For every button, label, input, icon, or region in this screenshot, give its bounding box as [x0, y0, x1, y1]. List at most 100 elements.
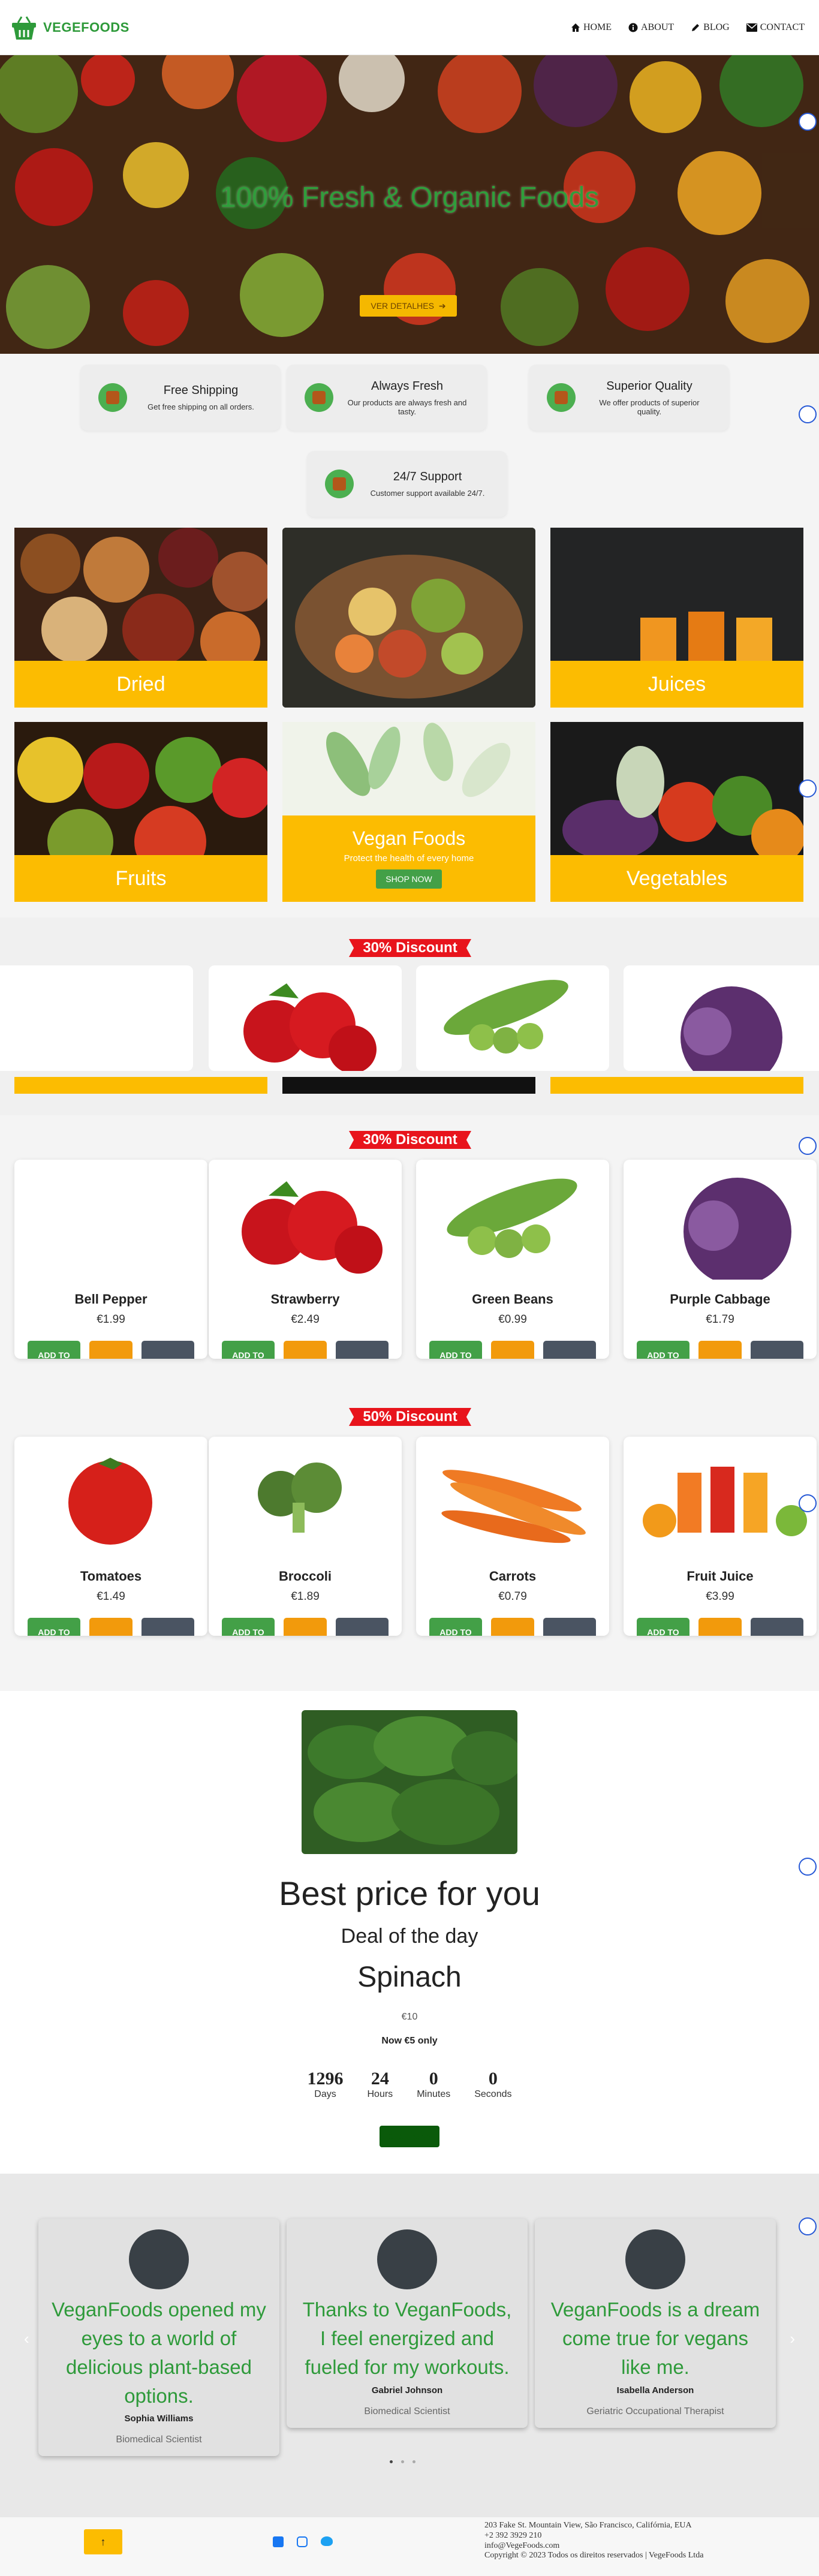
info-icon	[628, 23, 638, 32]
add-to-cart-button[interactable]: ADD TO CART	[429, 1618, 482, 1636]
view-more-button[interactable]: VIEW MORE	[141, 1618, 194, 1636]
category-bowl[interactable]	[282, 528, 535, 708]
avatar	[377, 2229, 437, 2289]
feature-title: Free Shipping	[163, 384, 239, 397]
product-name: Purple Cabbage	[670, 1292, 770, 1307]
view-more-button[interactable]: VIEW MORE	[336, 1341, 389, 1359]
wishlist-button[interactable]: WISHLIST	[89, 1341, 133, 1359]
wishlist-button[interactable]: WISHLIST	[89, 1618, 133, 1636]
view-more-button[interactable]: VIEW MORE	[751, 1341, 803, 1359]
product-name: Green Beans	[472, 1292, 553, 1307]
wishlist-button[interactable]: WISHLIST	[284, 1618, 327, 1636]
feature-title: 24/7 Support	[393, 470, 462, 483]
footer-email[interactable]: info@VegeFoods.com	[484, 2541, 703, 2551]
product-card[interactable]: Strawberry €2.49 ADD TO CART WISHLIST VI…	[209, 1160, 402, 1359]
carousel-strip	[14, 1077, 267, 1094]
site-header: VEGEFOODS HOME ABOUT BLOG CONTACT	[0, 0, 819, 55]
shop-now-button[interactable]: SHOP NOW	[376, 869, 442, 889]
category-label: Juices	[550, 661, 803, 708]
avatar	[129, 2229, 189, 2289]
basket-icon	[12, 16, 36, 40]
add-to-cart-button[interactable]: ADD TO CART	[222, 1341, 275, 1359]
carousel-dots	[390, 2460, 415, 2463]
nav-blog[interactable]: BLOG	[691, 22, 730, 33]
wishlist-button[interactable]: WISHLIST	[491, 1618, 534, 1636]
carousel-card-cabbage[interactable]	[624, 965, 819, 1071]
category-vegan-foods[interactable]: Vegan Foods Protect the health of every …	[282, 722, 535, 902]
hero-details-button[interactable]: VER DETALHES ➔	[360, 295, 457, 317]
feature-title: Always Fresh	[371, 379, 444, 393]
carousel-next-icon[interactable]: ›	[790, 2330, 795, 2348]
view-more-button[interactable]: VIEW MORE	[543, 1341, 596, 1359]
product-card[interactable]: Purple Cabbage €1.79 ADD TO CART WISHLIS…	[624, 1160, 817, 1359]
pencil-icon	[692, 23, 700, 31]
view-more-button[interactable]: VIEW MORE	[751, 1618, 803, 1636]
testimonial-quote: VeganFoods opened my eyes to a world of …	[52, 2298, 266, 2407]
back-to-top-button[interactable]: ↑	[84, 2529, 122, 2554]
product-card[interactable]: Tomatoes €1.49 ADD TO CART WISHLIST VIEW…	[14, 1437, 207, 1636]
chat-widget-icon[interactable]	[799, 113, 817, 131]
feature-superior-quality: Superior Quality We offer products of sup…	[529, 365, 729, 431]
twitter-icon[interactable]	[321, 2536, 333, 2546]
add-to-cart-button[interactable]: ADD TO CART	[222, 1618, 275, 1636]
product-card[interactable]: Carrots €0.79 ADD TO CART WISHLIST VIEW …	[416, 1437, 609, 1636]
product-image	[416, 1160, 609, 1280]
nav-home[interactable]: HOME	[571, 22, 612, 33]
wishlist-button[interactable]: WISHLIST	[284, 1341, 327, 1359]
instagram-icon[interactable]	[297, 2536, 308, 2547]
testimonial-role: Biomedical Scientist	[116, 2434, 202, 2445]
view-more-button[interactable]: VIEW MORE	[336, 1618, 389, 1636]
add-to-cart-button[interactable]: ADD TO CART	[28, 1618, 80, 1636]
green-beans-image	[444, 980, 568, 1054]
product-image	[624, 1437, 817, 1557]
nav-about[interactable]: ABOUT	[628, 22, 674, 33]
shipping-icon	[98, 383, 127, 412]
product-card[interactable]: Bell Pepper €1.99 ADD TO CART WISHLIST V…	[14, 1160, 207, 1359]
footer-copyright: Copyright © 2023 Todos os direitos reser…	[484, 2551, 704, 2560]
product-card[interactable]: Fruit Juice €3.99 ADD TO CART WISHLIST V…	[624, 1437, 817, 1636]
nav-contact[interactable]: CONTACT	[746, 22, 805, 33]
category-fruits[interactable]: Fruits	[14, 722, 267, 902]
product-image	[416, 1437, 609, 1557]
product-price: €0.79	[498, 1590, 527, 1603]
vegan-title: Vegan Foods	[352, 827, 466, 849]
category-juices[interactable]: Juices	[550, 528, 803, 708]
chat-widget-icon[interactable]	[799, 405, 817, 423]
deal-now-price: Now €5 only	[381, 2036, 438, 2046]
category-vegetables[interactable]: Vegetables	[550, 722, 803, 902]
chat-widget-icon[interactable]	[799, 2217, 817, 2235]
logo[interactable]: VEGEFOODS	[10, 14, 130, 41]
facebook-icon[interactable]	[273, 2536, 284, 2547]
add-to-cart-button[interactable]: ADD TO CART	[429, 1341, 482, 1359]
carousel-card-strawberry[interactable]	[209, 965, 402, 1071]
chat-widget-icon[interactable]	[799, 1137, 817, 1155]
add-to-cart-button[interactable]: ADD TO CART	[28, 1341, 80, 1359]
wishlist-button[interactable]: WISHLIST	[698, 1618, 742, 1636]
testimonial-card: VeganFoods is a dream come true for vega…	[535, 2219, 776, 2428]
carousel-dot[interactable]	[401, 2460, 404, 2463]
testimonial-role: Biomedical Scientist	[364, 2406, 450, 2416]
wishlist-button[interactable]: WISHLIST	[698, 1341, 742, 1359]
view-more-button[interactable]: VIEW MORE	[543, 1618, 596, 1636]
chat-widget-icon[interactable]	[799, 1858, 817, 1876]
add-to-cart-button[interactable]: ADD TO CART	[637, 1341, 689, 1359]
carousel-dot-active[interactable]	[390, 2460, 393, 2463]
carousel-prev-icon[interactable]: ‹	[24, 2330, 29, 2348]
carousel-dot[interactable]	[412, 2460, 415, 2463]
chat-widget-icon[interactable]	[799, 1494, 817, 1512]
deal-shop-button[interactable]: SHOP NOW	[380, 2126, 439, 2147]
testimonial-role: Geriatric Occupational Therapist	[586, 2406, 724, 2416]
category-label: Dried	[14, 661, 267, 708]
view-more-button[interactable]: VIEW MORE	[141, 1341, 194, 1359]
add-to-cart-button[interactable]: ADD TO CART	[637, 1618, 689, 1636]
category-dried[interactable]: Dried	[14, 528, 267, 708]
product-card[interactable]: Green Beans €0.99 ADD TO CART WISHLIST V…	[416, 1160, 609, 1359]
chat-widget-icon[interactable]	[799, 780, 817, 798]
wishlist-button[interactable]: WISHLIST	[491, 1341, 534, 1359]
main-nav: HOME ABOUT BLOG CONTACT	[571, 22, 805, 33]
product-image	[209, 1160, 402, 1280]
avatar	[625, 2229, 685, 2289]
hero-title: 100% Fresh & Organic Foods	[219, 182, 600, 213]
carousel-card-green-beans[interactable]	[416, 965, 609, 1071]
product-card[interactable]: Broccoli €1.89 ADD TO CART WISHLIST VIEW…	[209, 1437, 402, 1636]
